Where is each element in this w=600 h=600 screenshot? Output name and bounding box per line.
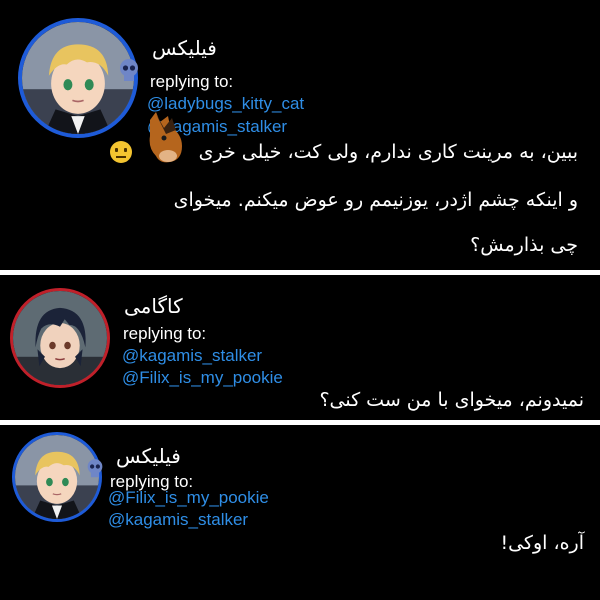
avatar-kagami[interactable] <box>10 288 110 388</box>
horse-face-emoji-icon <box>149 112 182 163</box>
username[interactable]: کاگامی <box>124 294 183 318</box>
post-kagami: کاگامی replying to: @kagamis_stalker @Fi… <box>0 278 600 420</box>
username[interactable]: فیلیکس <box>116 444 181 468</box>
skull-icon <box>87 459 103 478</box>
replying-to-label: replying to: <box>150 72 234 91</box>
post-body-line: و اینکه چشم اژدر، یوزنیمم رو عوض میکنم. … <box>173 189 578 211</box>
divider <box>0 420 600 425</box>
mention-link[interactable]: @ladybugs_kitty_cat <box>147 94 304 114</box>
skull-icon <box>120 59 138 81</box>
post-body-line: آره، اوکی! <box>500 532 584 554</box>
post-body-line: نمیدونم، میخوای با من ست کنی؟ <box>319 389 584 411</box>
post-body-line: چی بذارمش؟ <box>470 234 578 256</box>
kagami-portrait-icon <box>13 291 107 385</box>
post-body-line: ببین، به مرینت کاری ندارم، ولی کت، خیلی … <box>198 141 578 163</box>
post-felix-2: فیلیکس replying to: @Filix_is_my_pookie … <box>0 428 600 600</box>
thread: فیلیکس replying to: @ladybugs_kitty_cat … <box>0 0 600 600</box>
divider <box>0 270 600 275</box>
mention-link[interactable]: @kagamis_stalker <box>122 346 262 366</box>
mention-link[interactable]: @Filix_is_my_pookie <box>122 368 283 388</box>
username[interactable]: فیلیکس <box>152 36 217 60</box>
replying-to-label: replying to: <box>123 324 207 343</box>
mention-link[interactable]: @kagamis_stalker <box>108 510 248 530</box>
mention-link[interactable]: @Filix_is_my_pookie <box>108 488 269 508</box>
neutral-face-emoji-icon <box>110 141 132 163</box>
post-felix-1: فیلیکس replying to: @ladybugs_kitty_cat … <box>0 0 600 270</box>
